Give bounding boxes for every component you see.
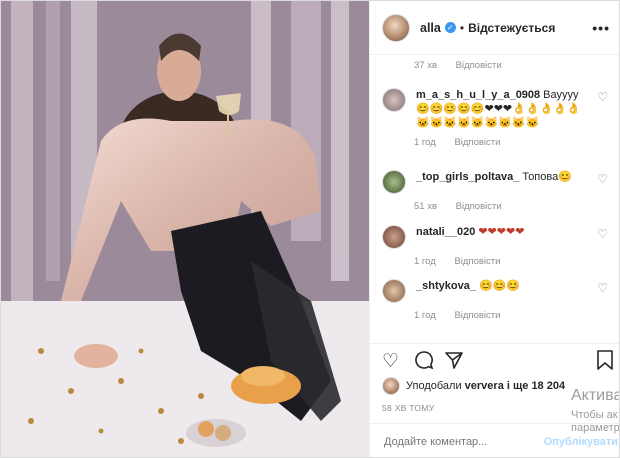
like-comment-heart-icon[interactable]: ♡ (597, 227, 608, 241)
commenter-username[interactable]: natali__020 (416, 226, 475, 238)
photo-illustration (1, 1, 369, 457)
add-comment-input[interactable] (382, 435, 544, 449)
comment-item: natali__020 ❤❤❤❤❤ 1 год Відповісти ♡ (382, 225, 612, 267)
comments-list[interactable]: 37 хв Відповісти m_a_s_h_u_l_y_a_0908 Вау… (370, 55, 619, 343)
comment-meta: 1 год Відповісти (414, 310, 612, 321)
commenter-username[interactable]: m_a_s_h_u_l_y_a_0908 (416, 89, 540, 101)
liker-username[interactable]: ververa (465, 380, 504, 392)
reply-button[interactable]: Відповісти (454, 310, 500, 321)
comment-meta: 51 хв Відповісти (414, 201, 612, 212)
post-modal: alla ✓ • Відстежується ••• 37 хв Відпові… (0, 0, 620, 458)
reply-button[interactable]: Відповісти (454, 137, 500, 148)
comment-time: 37 хв (414, 60, 438, 71)
post-photo[interactable] (1, 1, 369, 457)
post-header: alla ✓ • Відстежується ••• (370, 1, 619, 55)
comment-bubble-icon[interactable] (414, 350, 434, 376)
comment-item: 37 хв Відповісти (382, 55, 612, 71)
comment-meta: 1 год Відповісти (414, 137, 612, 148)
likes-count[interactable]: і ще 18 204 (507, 380, 565, 392)
reply-button[interactable]: Відповісти (456, 60, 502, 71)
comment-text: Топова😊 (522, 171, 572, 183)
post-comment-button[interactable]: Опублікувати (544, 436, 618, 448)
post-actions-bar: ♡ (370, 343, 619, 378)
separator-dot: • (459, 20, 465, 35)
comment-time: 1 год (414, 137, 436, 148)
commenter-avatar[interactable] (382, 225, 406, 249)
comment-text: ❤❤❤❤❤ (478, 226, 525, 238)
comment-meta: 37 хв Відповісти (414, 60, 612, 71)
reply-button[interactable]: Відповісти (454, 256, 500, 267)
commenter-username[interactable]: _top_girls_poltava_ (416, 171, 519, 183)
like-comment-heart-icon[interactable]: ♡ (597, 172, 608, 186)
like-comment-heart-icon[interactable]: ♡ (597, 281, 608, 295)
windows-activation-watermark-subtext: Чтобы ак параметр (571, 409, 620, 435)
save-bookmark-icon[interactable] (596, 350, 614, 376)
comment-time: 1 год (414, 256, 436, 267)
reply-button[interactable]: Відповісти (456, 201, 502, 212)
share-paper-plane-icon[interactable] (444, 350, 464, 376)
likes-summary: Уподобали ververa і ще 18 204 (382, 377, 565, 395)
like-heart-icon[interactable]: ♡ (382, 350, 399, 373)
liker-avatar[interactable] (382, 377, 400, 395)
windows-activation-watermark: Актива (571, 387, 620, 404)
commenter-username[interactable]: _shtykova_ (416, 280, 476, 292)
like-comment-heart-icon[interactable]: ♡ (597, 90, 608, 104)
commenter-avatar[interactable] (382, 279, 406, 303)
watermark-line: параметр (571, 422, 620, 434)
comment-item: _top_girls_poltava_ Топова😊 51 хв Відпові… (382, 170, 612, 212)
comment-meta: 1 год Відповісти (414, 256, 612, 267)
likes-label: Уподобали (406, 380, 462, 392)
commenter-avatar[interactable] (382, 170, 406, 194)
author-avatar[interactable] (382, 13, 410, 42)
comment-time: 1 год (414, 310, 436, 321)
comment-item: m_a_s_h_u_l_y_a_0908 Вауууу😊😊😊😊😊❤❤❤👌👌👌👌👌🐱… (382, 88, 612, 148)
comment-text: 😊😊😊 (478, 280, 521, 292)
follow-status-button[interactable]: Відстежується (468, 21, 555, 35)
comment-item: _shtykova_ 😊😊😊 1 год Відповісти ♡ (382, 279, 612, 321)
verified-badge-icon: ✓ (444, 22, 456, 33)
author-username[interactable]: alla (420, 21, 441, 35)
watermark-line: Чтобы ак (571, 409, 618, 421)
more-options-icon[interactable]: ••• (592, 20, 610, 36)
commenter-avatar[interactable] (382, 88, 406, 112)
post-timestamp[interactable]: 58 ХВ ТОМУ (382, 403, 434, 413)
comment-time: 51 хв (414, 201, 438, 212)
